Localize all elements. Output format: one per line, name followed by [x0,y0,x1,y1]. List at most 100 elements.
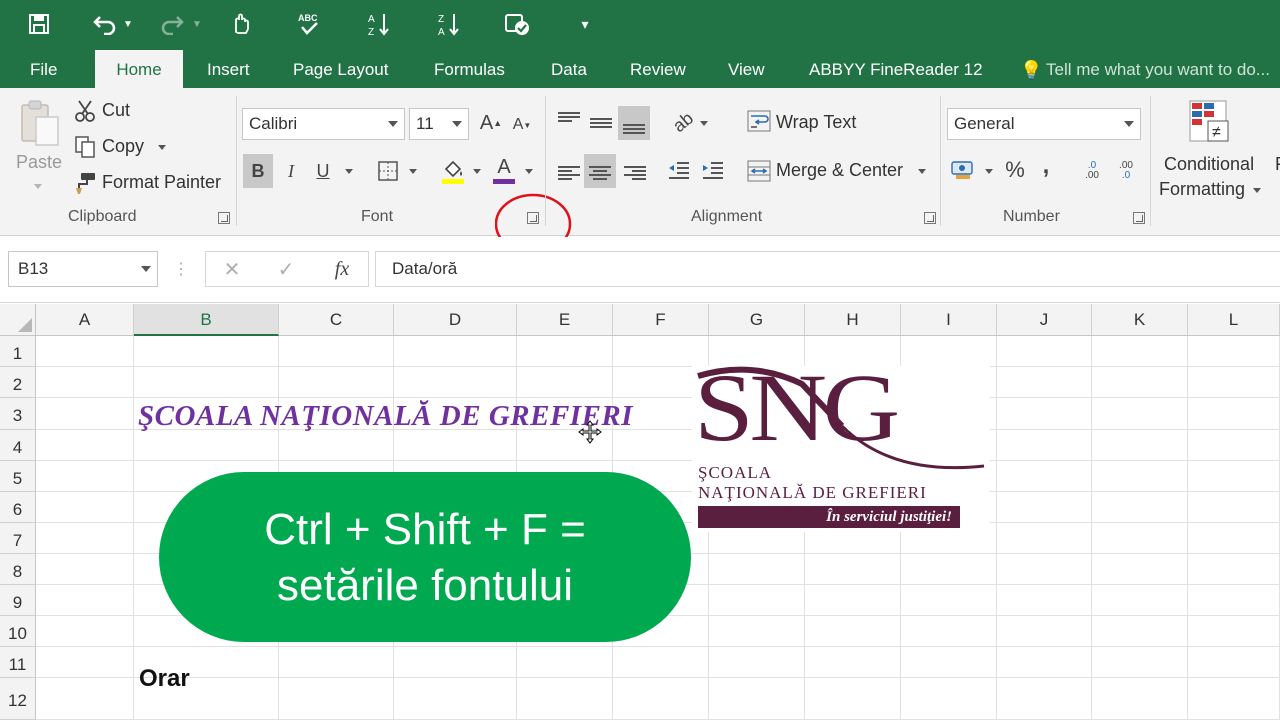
conditional-formatting-line2[interactable]: Formatting [1159,179,1245,200]
merge-center-icon[interactable] [746,158,772,184]
percent-style-button[interactable]: % [1003,154,1027,186]
row-header-7[interactable]: 7 [0,523,36,554]
tab-review[interactable]: Review [628,50,688,88]
save-icon[interactable] [22,8,56,40]
tab-home[interactable]: Home [95,50,183,88]
formula-input[interactable]: Data/oră [375,251,1280,287]
tab-insert[interactable]: Insert [205,50,252,88]
orientation-icon[interactable]: ab [663,102,704,143]
align-right-icon[interactable] [624,164,646,180]
sort-ascending-icon[interactable]: AZ [362,8,396,40]
clipboard-launcher-icon[interactable] [218,212,230,224]
fill-color-dropdown-icon[interactable] [473,169,481,174]
borders-dropdown-icon[interactable] [409,169,417,174]
redo-dropdown-icon[interactable]: ▼ [187,8,207,40]
underline-button[interactable]: U [311,154,335,188]
column-header-i[interactable]: I [901,304,997,336]
decrease-indent-icon[interactable] [666,158,692,182]
sort-descending-icon[interactable]: ZA [432,8,466,40]
row-header-4[interactable]: 4 [0,430,36,461]
increase-decimal-icon[interactable]: .0.00 [1079,158,1105,184]
tab-formulas[interactable]: Formulas [432,50,507,88]
alignment-launcher-icon[interactable] [924,212,936,224]
row-header-6[interactable]: 6 [0,492,36,523]
column-header-l[interactable]: L [1188,304,1280,336]
spelling-icon[interactable]: ABC [292,8,326,40]
wrap-text-icon[interactable] [746,108,772,134]
font-color-dropdown-icon[interactable] [525,169,533,174]
comma-style-button[interactable]: , [1035,150,1057,182]
conditional-formatting-icon[interactable]: ≠ [1187,98,1231,146]
accessibility-check-icon[interactable] [500,8,534,40]
accounting-format-icon[interactable] [949,156,977,184]
column-header-d[interactable]: D [394,304,517,336]
row-header-11[interactable]: 11 [0,647,36,678]
italic-button[interactable]: I [279,154,303,188]
cut-icon[interactable] [72,98,98,124]
center-button[interactable] [584,154,616,188]
bottom-align-button[interactable] [618,106,650,140]
tab-abbyy[interactable]: ABBYY FineReader 12 [807,50,985,88]
middle-align-icon[interactable] [590,116,612,130]
tab-file[interactable]: File [28,50,59,88]
sng-logo[interactable]: SNG ŞCOALA NAŢIONALĂ DE GREFIERI În serv… [692,360,990,532]
column-header-b[interactable]: B [134,304,279,336]
copy-icon[interactable] [72,134,98,160]
touch-mode-icon[interactable] [224,8,258,40]
wrap-text-button[interactable]: Wrap Text [776,112,856,133]
grow-font-icon[interactable]: A ▲ [479,110,503,136]
column-header-h[interactable]: H [805,304,901,336]
bold-button[interactable]: B [243,154,273,188]
increase-indent-icon[interactable] [700,158,726,182]
redo-icon[interactable] [155,8,189,40]
row-header-2[interactable]: 2 [0,367,36,398]
name-box[interactable]: B13 [8,251,158,287]
column-header-g[interactable]: G [709,304,805,336]
row-header-12[interactable]: 12 [0,678,36,720]
shrink-font-icon[interactable]: A ▼ [511,114,533,136]
row-header-10[interactable]: 10 [0,616,36,647]
tab-data[interactable]: Data [549,50,589,88]
column-header-e[interactable]: E [517,304,613,336]
format-painter-icon[interactable] [72,170,98,196]
select-all-corner[interactable] [0,304,36,336]
merge-center-dropdown-icon[interactable] [918,169,926,174]
paste-label[interactable]: Paste [16,152,62,173]
underline-dropdown-icon[interactable] [345,169,353,174]
number-launcher-icon[interactable] [1133,212,1145,224]
cell-b11-orar[interactable]: Orar [139,665,190,693]
orientation-dropdown-icon[interactable] [700,121,708,126]
format-as-table-partial[interactable]: Fo [1275,154,1280,175]
paste-dropdown-icon[interactable] [34,184,42,189]
paste-icon[interactable] [16,98,64,150]
row-header-1[interactable]: 1 [0,336,36,367]
merge-center-button[interactable]: Merge & Center [776,160,903,181]
column-header-k[interactable]: K [1092,304,1188,336]
customize-qat-icon[interactable]: ▾ [568,8,602,40]
borders-icon[interactable] [375,158,401,184]
row-header-5[interactable]: 5 [0,461,36,492]
copy-button[interactable]: Copy [102,136,144,157]
enter-check-icon[interactable]: ✓ [274,257,298,281]
cell-b3-title[interactable]: ŞCOALA NAŢIONALĂ DE GREFIERI [138,400,633,433]
column-header-a[interactable]: A [36,304,134,336]
font-name-combo[interactable]: Calibri [242,108,405,140]
decrease-decimal-icon[interactable]: .00.0 [1113,158,1139,184]
tell-me-box[interactable]: 💡 Tell me what you want to do... [1020,50,1270,88]
accounting-dropdown-icon[interactable] [985,169,993,174]
font-size-combo[interactable]: 11 [409,108,469,140]
top-align-icon[interactable] [558,110,580,124]
fill-color-icon[interactable] [439,156,467,186]
font-color-icon[interactable]: A [491,154,517,186]
row-header-3[interactable]: 3 [0,398,36,430]
row-header-9[interactable]: 9 [0,585,36,616]
cancel-icon[interactable]: ✕ [220,257,244,281]
tab-view[interactable]: View [726,50,767,88]
number-format-combo[interactable]: General [947,108,1141,140]
tab-page-layout[interactable]: Page Layout [291,50,390,88]
undo-dropdown-icon[interactable]: ▼ [118,8,138,40]
cut-button[interactable]: Cut [102,100,130,121]
undo-icon[interactable] [88,8,122,40]
align-left-icon[interactable] [558,164,580,180]
conditional-formatting-line1[interactable]: Conditional [1164,154,1254,175]
